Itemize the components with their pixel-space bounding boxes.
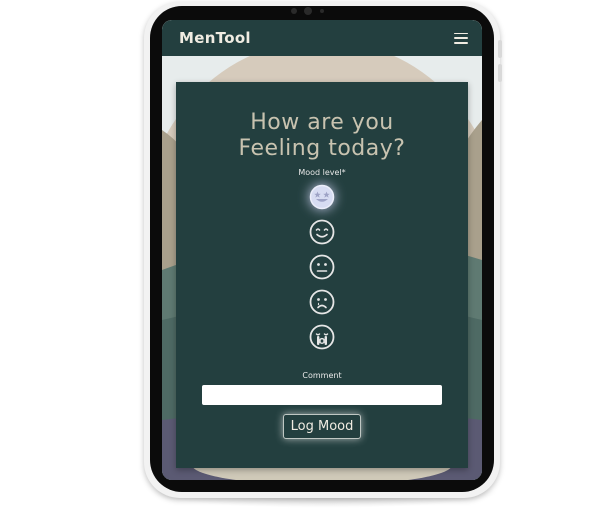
comment-label: Comment: [302, 371, 342, 380]
tablet-screen: MenTool How are you Feeling today? Mood …: [162, 20, 482, 480]
tablet-side-button: [498, 40, 502, 58]
sad-cry-emoji-icon[interactable]: [308, 323, 336, 351]
grin-stars-emoji-icon[interactable]: [308, 183, 336, 211]
title-line-2: Feeling today?: [238, 136, 406, 161]
title-line-1: How are you: [250, 110, 394, 135]
camera-dot: [291, 8, 297, 14]
camera-sensor: [320, 9, 324, 13]
sad-tear-emoji-icon[interactable]: [308, 288, 336, 316]
hamburger-menu-icon[interactable]: [454, 32, 468, 44]
page-title: How are you Feeling today?: [176, 110, 468, 162]
comment-input[interactable]: [202, 385, 442, 405]
mood-form-card: How are you Feeling today? Mood level* C…: [176, 82, 468, 468]
brand-logo[interactable]: MenTool: [179, 29, 251, 47]
tablet-side-button: [498, 64, 502, 82]
camera-lens: [304, 7, 312, 15]
smile-emoji-icon[interactable]: [308, 218, 336, 246]
mood-level-label: Mood level*: [298, 168, 346, 177]
neutral-emoji-icon[interactable]: [308, 253, 336, 281]
navbar: MenTool: [162, 20, 482, 56]
mood-options: [176, 183, 468, 358]
log-mood-button[interactable]: Log Mood: [282, 414, 362, 439]
